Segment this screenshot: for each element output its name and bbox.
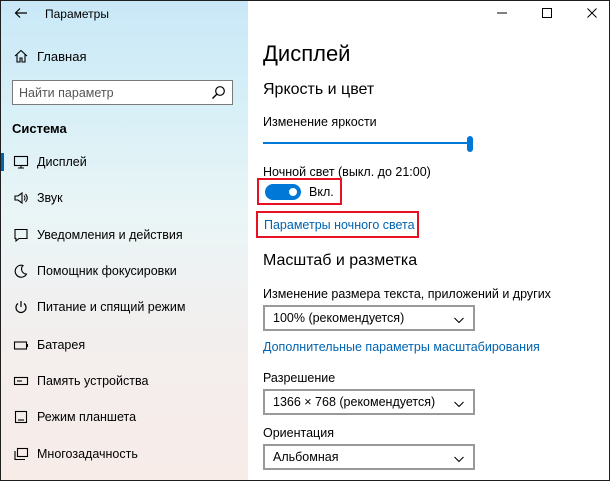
sidebar: Параметры Главная Система Дисплей xyxy=(1,1,248,480)
sidebar-item-battery[interactable]: Батарея xyxy=(1,328,248,362)
slider-thumb[interactable] xyxy=(467,136,473,152)
app-title: Параметры xyxy=(45,7,109,21)
power-icon xyxy=(13,299,29,315)
chevron-down-icon xyxy=(453,313,465,325)
sidebar-item-sound[interactable]: Звук xyxy=(1,181,248,215)
toggle-state-label: Вкл. xyxy=(309,185,334,199)
brightness-section-title: Яркость и цвет xyxy=(263,81,375,98)
night-light-highlight-box: Вкл. xyxy=(257,178,342,205)
sidebar-item-label: Питание и спящий режим xyxy=(37,300,186,314)
section-label: Система xyxy=(12,121,67,136)
minimize-icon[interactable] xyxy=(494,5,510,21)
night-light-label: Ночной свет (выкл. до 21:00) xyxy=(263,165,431,179)
sidebar-item-label: Помощник фокусировки xyxy=(37,264,177,278)
moon-icon xyxy=(13,263,29,279)
resolution-label: Разрешение xyxy=(263,371,336,385)
sidebar-item-tablet-mode[interactable]: Режим планшета xyxy=(1,400,248,434)
speaker-icon xyxy=(13,190,29,206)
settings-window: Параметры Главная Система Дисплей xyxy=(0,0,610,481)
notification-icon xyxy=(13,227,29,243)
scale-section-title: Масштаб и разметка xyxy=(263,252,418,269)
window-controls xyxy=(471,1,609,29)
storage-icon xyxy=(13,373,29,389)
active-indicator xyxy=(1,153,4,171)
search-box[interactable] xyxy=(12,80,233,105)
sidebar-item-storage[interactable]: Память устройства xyxy=(1,364,248,398)
multitask-icon xyxy=(13,446,29,462)
back-arrow-icon[interactable] xyxy=(13,5,29,21)
main-content: Дисплей Яркость и цвет Изменение яркости… xyxy=(248,1,609,480)
sidebar-item-home[interactable]: Главная xyxy=(1,45,248,69)
dropdown-value: Альбомная xyxy=(273,450,339,464)
night-light-toggle[interactable] xyxy=(265,184,301,200)
night-light-settings-link[interactable]: Параметры ночного света xyxy=(264,218,415,232)
title-bar: Параметры xyxy=(1,1,248,29)
night-light-link-highlight-box: Параметры ночного света xyxy=(256,211,419,238)
close-icon[interactable] xyxy=(584,5,600,21)
tablet-icon xyxy=(13,409,29,425)
sidebar-item-notifications[interactable]: Уведомления и действия xyxy=(1,218,248,252)
sidebar-item-label: Батарея xyxy=(37,338,86,352)
brightness-slider[interactable] xyxy=(263,136,473,152)
sidebar-item-power[interactable]: Питание и спящий режим xyxy=(1,290,248,324)
home-label: Главная xyxy=(37,49,87,64)
home-icon xyxy=(13,48,29,64)
orientation-label: Ориентация xyxy=(263,426,334,440)
battery-icon xyxy=(13,337,29,353)
sidebar-item-multitasking[interactable]: Многозадачность xyxy=(1,437,248,471)
sidebar-item-label: Режим планшета xyxy=(37,410,137,424)
sidebar-item-label: Уведомления и действия xyxy=(37,228,183,242)
sidebar-item-label: Память устройства xyxy=(37,374,149,388)
scale-dropdown[interactable]: 100% (рекомендуется) xyxy=(263,305,475,331)
chevron-down-icon xyxy=(453,452,465,464)
dropdown-value: 1366 × 768 (рекомендуется) xyxy=(273,395,436,409)
page-title: Дисплей xyxy=(263,41,351,66)
search-input[interactable] xyxy=(13,81,208,104)
brightness-label: Изменение яркости xyxy=(263,115,377,129)
sidebar-item-label: Звук xyxy=(37,191,63,205)
slider-track xyxy=(263,142,470,144)
resolution-dropdown[interactable]: 1366 × 768 (рекомендуется) xyxy=(263,389,475,415)
sidebar-item-display[interactable]: Дисплей xyxy=(1,145,248,179)
advanced-scaling-link[interactable]: Дополнительные параметры масштабирования xyxy=(263,340,540,354)
sidebar-item-focus-assist[interactable]: Помощник фокусировки xyxy=(1,254,248,288)
search-icon[interactable] xyxy=(211,85,226,100)
sidebar-item-label: Дисплей xyxy=(37,155,87,169)
maximize-icon[interactable] xyxy=(539,5,555,21)
toggle-knob xyxy=(289,188,297,196)
chevron-down-icon xyxy=(453,397,465,409)
sidebar-item-label: Многозадачность xyxy=(37,447,138,461)
orientation-dropdown[interactable]: Альбомная xyxy=(263,444,475,470)
monitor-icon xyxy=(13,154,29,170)
dropdown-value: 100% (рекомендуется) xyxy=(273,311,405,325)
